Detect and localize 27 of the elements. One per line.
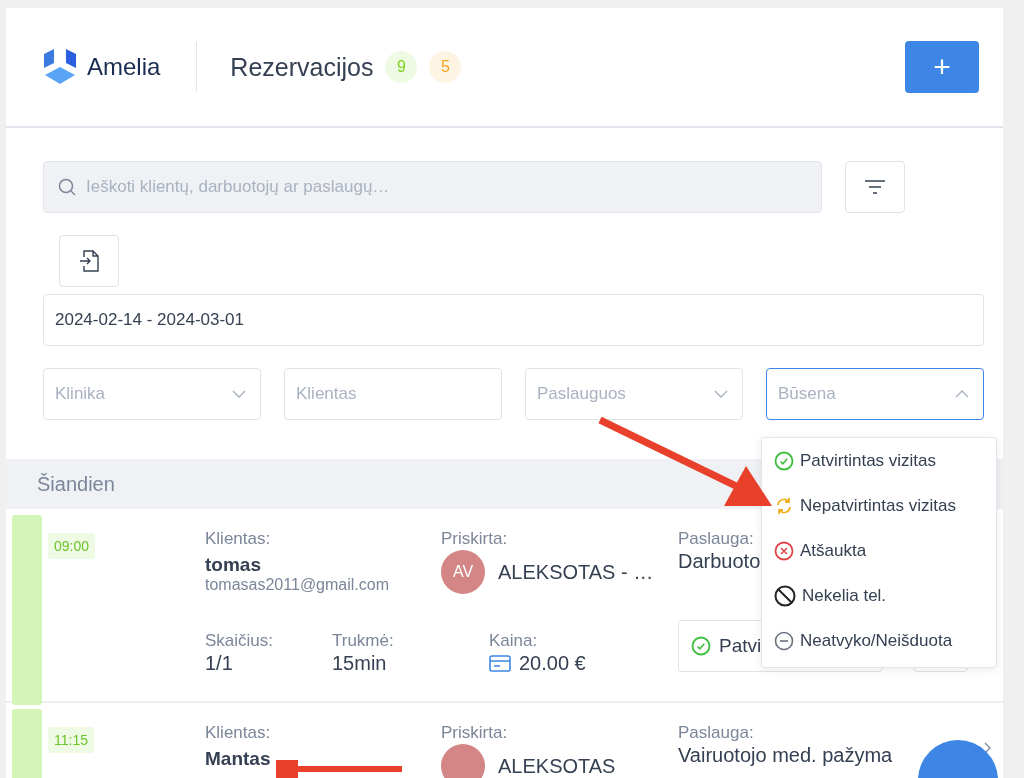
field-label: Paslauga: — [678, 722, 754, 744]
duration-value: 15min — [332, 652, 387, 675]
field-label: Kaina: — [489, 630, 538, 652]
time-badge: 09:00 — [48, 533, 96, 559]
count-value: 1/1 — [205, 652, 233, 675]
service-name: Darbuoto — [678, 550, 761, 573]
price-value: 20.00 € — [519, 652, 586, 675]
client-email: tomasas2011@gmail.com — [205, 576, 390, 594]
count-badge: 9 — [385, 51, 418, 83]
time-badge: 11:15 — [48, 727, 94, 753]
field-label: Klientas: — [205, 528, 271, 550]
field-label: Klientas: — [205, 722, 271, 744]
day-label: Šiandien — [37, 472, 115, 496]
service-name: Vairuotojo med. pažyma — [678, 744, 893, 767]
page-title: Rezervacijos — [230, 52, 374, 82]
client-name: Mantas — [205, 748, 271, 770]
logo-text: Amelia — [87, 53, 161, 81]
field-label: Priskirta: — [441, 528, 508, 550]
avatar: AV — [441, 550, 485, 594]
count-badge: 5 — [429, 51, 462, 83]
field-label: Paslauga: — [678, 528, 754, 550]
field-label: Priskirta: — [441, 722, 508, 744]
field-label: Trukmė: — [332, 630, 394, 652]
assigned-name: ALEKSOTAS - … — [498, 560, 654, 584]
field-label: Skaičius: — [205, 630, 274, 652]
client-name: tomas — [205, 554, 261, 576]
assigned-name: ALEKSOTAS — [498, 754, 616, 778]
